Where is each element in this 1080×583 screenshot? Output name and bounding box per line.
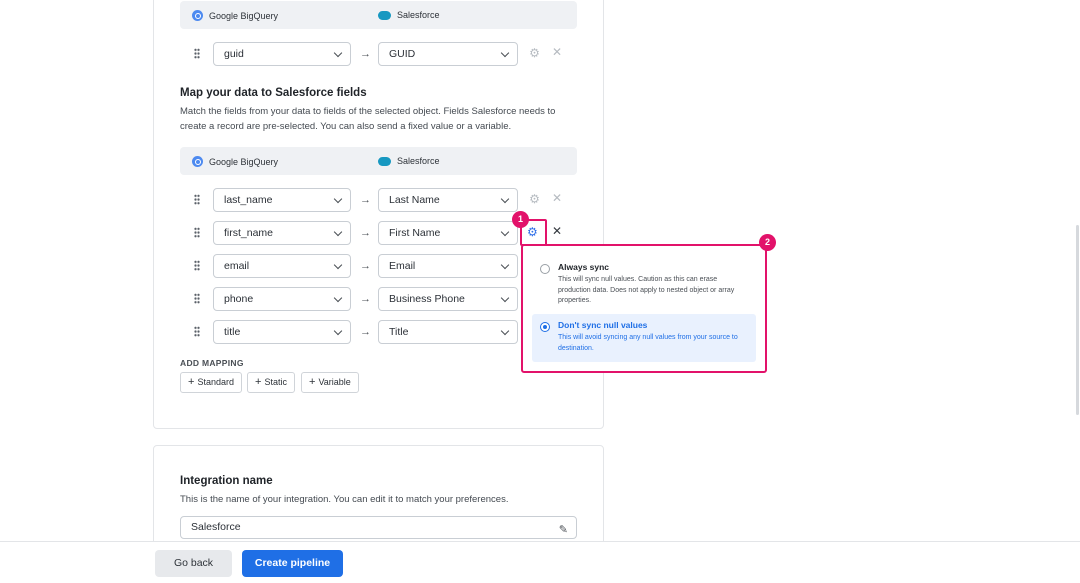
map-section-description: Match the fields from your data to field… bbox=[180, 106, 556, 132]
mapping-header: Google BigQuery Salesforce bbox=[180, 147, 577, 175]
bigquery-icon bbox=[192, 156, 203, 167]
source-field-select[interactable]: last_name bbox=[213, 188, 351, 212]
bigquery-icon bbox=[192, 10, 203, 21]
arrow-right-icon: → bbox=[360, 48, 371, 60]
source-field-select[interactable]: first_name bbox=[213, 221, 351, 245]
drag-handle-icon[interactable] bbox=[194, 293, 200, 304]
chevron-down-icon bbox=[500, 194, 510, 204]
arrow-right-icon: → bbox=[360, 293, 371, 305]
source-field-select[interactable]: email bbox=[213, 254, 351, 278]
footer-bar: Go back Create pipeline bbox=[0, 541, 1080, 583]
integration-title: Integration name bbox=[180, 475, 273, 487]
destination-field-select[interactable]: Last Name bbox=[378, 188, 518, 212]
salesforce-icon bbox=[378, 156, 391, 166]
gear-icon[interactable]: ⚙ bbox=[527, 192, 542, 207]
source-label: Google BigQuery bbox=[209, 156, 279, 167]
drag-handle-icon[interactable] bbox=[194, 48, 200, 59]
destination-label: Salesforce bbox=[397, 10, 440, 20]
destination-field-select[interactable]: Business Phone bbox=[378, 287, 518, 311]
chevron-down-icon bbox=[500, 326, 510, 336]
radio-dont-sync-null[interactable] bbox=[540, 322, 550, 332]
mapping-row-email: email → Email bbox=[180, 254, 580, 278]
gear-icon: ⚙ bbox=[527, 225, 538, 239]
close-icon[interactable]: ✕ bbox=[552, 45, 562, 59]
plus-icon: + bbox=[309, 376, 316, 388]
integration-description: This is the name of your integration. Yo… bbox=[180, 494, 509, 505]
chevron-down-icon bbox=[500, 227, 510, 237]
arrow-right-icon: → bbox=[360, 260, 371, 272]
destination-field-select[interactable]: GUID bbox=[378, 42, 518, 66]
drag-handle-icon[interactable] bbox=[194, 227, 200, 238]
add-mapping-label: ADD MAPPING bbox=[180, 358, 244, 368]
destination-field-select[interactable]: Title bbox=[378, 320, 518, 344]
create-pipeline-button[interactable]: Create pipeline bbox=[242, 550, 343, 577]
add-standard-button[interactable]: + Standard bbox=[180, 372, 242, 393]
drag-handle-icon[interactable] bbox=[194, 326, 200, 337]
pencil-icon[interactable]: ✎ bbox=[559, 520, 568, 541]
source-field-select[interactable]: title bbox=[213, 320, 351, 344]
map-section-title: Map your data to Salesforce fields bbox=[180, 87, 367, 99]
destination-label: Salesforce bbox=[397, 156, 440, 166]
source-field-select[interactable]: phone bbox=[213, 287, 351, 311]
chevron-down-icon bbox=[333, 48, 343, 58]
chevron-down-icon bbox=[500, 260, 510, 270]
arrow-right-icon: → bbox=[360, 194, 371, 206]
option-dont-sync-null[interactable]: Don't sync null values This will avoid s… bbox=[532, 314, 756, 362]
id-mapping-header: Google BigQuery Salesforce bbox=[180, 1, 577, 29]
option-always-sync[interactable]: Always sync This will sync null values. … bbox=[532, 256, 756, 308]
chevron-down-icon bbox=[500, 293, 510, 303]
source-label: Google BigQuery bbox=[209, 10, 279, 21]
step-badge-2: 2 bbox=[759, 234, 776, 251]
arrow-right-icon: → bbox=[360, 326, 371, 338]
mapping-row-last-name: last_name → Last Name ⚙ ✕ bbox=[180, 188, 580, 212]
id-mapping-row: guid → GUID ⚙ ✕ bbox=[180, 42, 580, 66]
chevron-down-icon bbox=[333, 293, 343, 303]
mapping-row-phone: phone → Business Phone bbox=[180, 287, 580, 311]
integration-name-input[interactable]: Salesforce ✎ bbox=[180, 516, 577, 539]
chevron-down-icon bbox=[333, 260, 343, 270]
source-field-select[interactable]: guid bbox=[213, 42, 351, 66]
gear-icon[interactable]: ⚙ bbox=[527, 46, 542, 61]
add-static-button[interactable]: + Static bbox=[247, 372, 295, 393]
go-back-button[interactable]: Go back bbox=[155, 550, 232, 577]
step-badge-1: 1 bbox=[512, 211, 529, 228]
chevron-down-icon bbox=[333, 326, 343, 336]
destination-field-select[interactable]: First Name bbox=[378, 221, 518, 245]
null-values-popover: Always sync This will sync null values. … bbox=[521, 244, 767, 373]
plus-icon: + bbox=[188, 376, 195, 388]
chevron-down-icon bbox=[500, 48, 510, 58]
close-icon[interactable]: ✕ bbox=[552, 224, 562, 238]
drag-handle-icon[interactable] bbox=[194, 260, 200, 271]
scrollbar[interactable] bbox=[1076, 225, 1079, 415]
plus-icon: + bbox=[255, 376, 262, 388]
add-variable-button[interactable]: + Variable bbox=[301, 372, 359, 393]
radio-always-sync[interactable] bbox=[540, 264, 550, 274]
drag-handle-icon[interactable] bbox=[194, 194, 200, 205]
salesforce-icon bbox=[378, 10, 391, 20]
pipeline-setup-page: Google BigQuery Salesforce guid → GUID ⚙… bbox=[0, 0, 1080, 583]
destination-field-select[interactable]: Email bbox=[378, 254, 518, 278]
arrow-right-icon: → bbox=[360, 227, 371, 239]
chevron-down-icon bbox=[333, 194, 343, 204]
mapping-row-title: title → Title bbox=[180, 320, 580, 344]
close-icon[interactable]: ✕ bbox=[552, 191, 562, 205]
chevron-down-icon bbox=[333, 227, 343, 237]
